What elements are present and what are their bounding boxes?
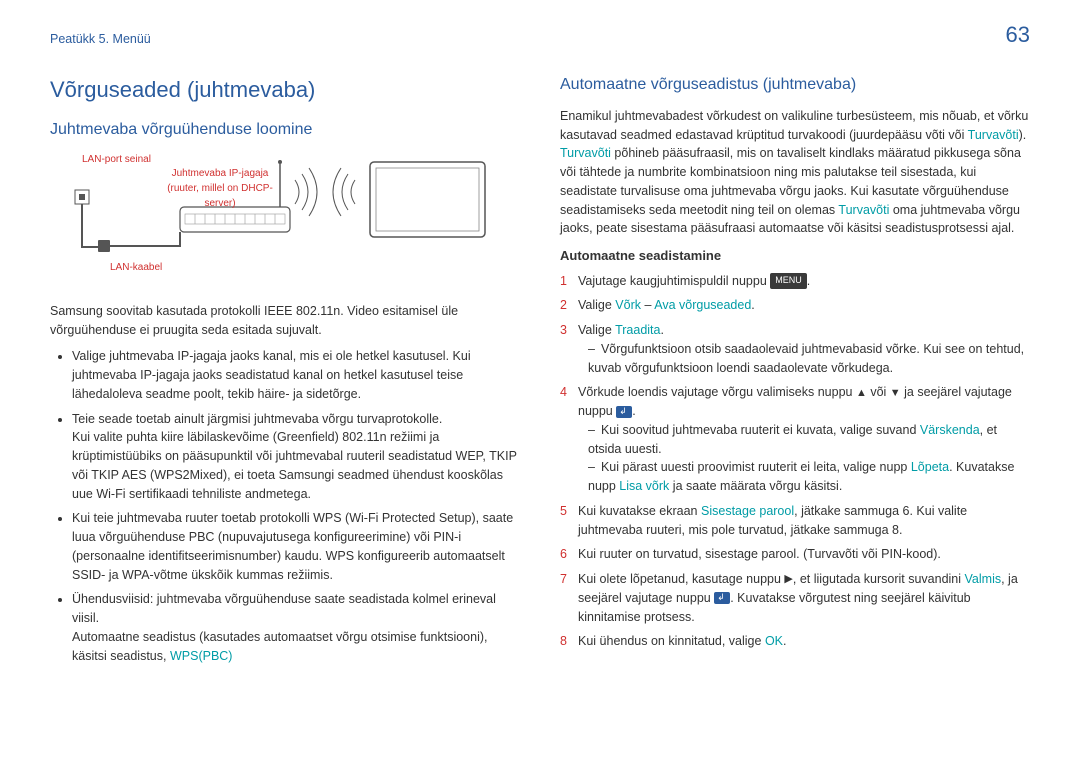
text: Kui ühendus on kinnitatud, valige [578, 634, 765, 648]
steps-list: Vajutage kaugjuhtimispuldil nuppu MENU. … [560, 272, 1030, 652]
left-column: Võrguseaded (juhtmevaba) Juhtmevaba võrg… [50, 73, 520, 672]
two-column-layout: Võrguseaded (juhtmevaba) Juhtmevaba võrg… [50, 73, 1030, 672]
step-6: Kui ruuter on turvatud, sisestage parool… [578, 545, 1030, 564]
label-ip-sharer: Juhtmevaba IP-jagaja (ruuter, millel on … [160, 166, 280, 211]
page-number: 63 [1006, 18, 1030, 51]
label-ip-sharer-line3: server) [204, 198, 235, 209]
main-heading: Võrguseaded (juhtmevaba) [50, 73, 520, 106]
term-turvavoti: Turvavõti [560, 146, 611, 160]
text: Enamikul juhtmevabadest võrkudest on val… [560, 109, 1028, 142]
list-item: Kui pärast uuesti proovimist ruuterit ei… [588, 458, 1030, 496]
list-item: Võrgufunktsioon otsib saadaolevaid juhtm… [588, 340, 1030, 378]
list-item: Kui soovitud juhtmevaba ruuterit ei kuva… [588, 421, 1030, 459]
step-4: Võrkude loendis vajutage võrgu valimisek… [578, 383, 1030, 496]
text: Valige [578, 323, 615, 337]
list-item: Valige juhtmevaba IP-jagaja jaoks kanal,… [72, 347, 520, 403]
wireless-diagram: LAN-port seinal Juhtmevaba IP-jagaja (ru… [50, 152, 490, 292]
link-sisestage-parool: Sisestage parool [701, 504, 794, 518]
text: . [807, 274, 810, 288]
intro-paragraph-2: Turvavõti põhineb pääsufraasil, mis on t… [560, 144, 1030, 238]
list-item: Teie seade toetab ainult järgmisi juhtme… [72, 410, 520, 504]
text: Kui pärast uuesti proovimist ruuterit ei… [601, 460, 911, 474]
step-5: Kui kuvatakse ekraan Sisestage parool, j… [578, 502, 1030, 540]
right-subheading: Automaatne võrguseadistus (juhtmevaba) [560, 73, 1030, 97]
label-ip-sharer-line1: Juhtmevaba IP-jagaja [172, 168, 269, 179]
right-column: Automaatne võrguseadistus (juhtmevaba) E… [560, 73, 1030, 672]
left-subheading: Juhtmevaba võrguühenduse loomine [50, 118, 520, 142]
link-ava-vorguseaded: Ava võrguseaded [654, 298, 751, 312]
text: Valige [578, 298, 615, 312]
link-ok: OK [765, 634, 783, 648]
step-3: Valige Traadita. Võrgufunktsioon otsib s… [578, 321, 1030, 377]
intro-paragraph-1: Enamikul juhtmevabadest võrkudest on val… [560, 107, 1030, 145]
text: Kui olete lõpetanud, kasutage nuppu [578, 572, 784, 586]
auto-setup-heading: Automaatne seadistamine [560, 246, 1030, 266]
text: ja saate määrata võrgu käsitsi. [669, 479, 842, 493]
step-1: Vajutage kaugjuhtimispuldil nuppu MENU. [578, 272, 1030, 291]
step-2: Valige Võrk – Ava võrguseaded. [578, 296, 1030, 315]
text: . [751, 298, 754, 312]
right-arrow-icon: ▶ [784, 571, 792, 588]
term-turvavoti: Turvavõti [838, 203, 889, 217]
label-lan-cable: LAN-kaabel [110, 260, 162, 275]
text: Võrkude loendis vajutage võrgu valimisek… [578, 385, 856, 399]
link-vork: Võrk [615, 298, 641, 312]
protocol-note: Samsung soovitab kasutada protokolli IEE… [50, 302, 520, 340]
step-3-sublist: Võrgufunktsioon otsib saadaolevaid juhtm… [588, 340, 1030, 378]
text: ). [1019, 128, 1027, 142]
label-ip-sharer-line2: (ruuter, millel on DHCP- [167, 183, 273, 194]
list-item: Kui teie juhtmevaba ruuter toetab protok… [72, 509, 520, 584]
text: . [632, 404, 635, 418]
text: Kui kuvatakse ekraan [578, 504, 701, 518]
link-lopeta: Lõpeta [911, 460, 949, 474]
enter-button-icon [714, 592, 730, 604]
link-lisa-vork: Lisa võrk [619, 479, 669, 493]
text: . [660, 323, 663, 337]
step-7: Kui olete lõpetanud, kasutage nuppu ▶, e… [578, 570, 1030, 626]
label-lan-port: LAN-port seinal [82, 152, 151, 167]
text: , et liigutada kursorit suvandini [793, 572, 965, 586]
link-traadita: Traadita [615, 323, 660, 337]
menu-button-icon: MENU [770, 273, 807, 289]
up-arrow-icon: ▲ [856, 385, 867, 402]
link-varskenda: Värskenda [920, 423, 980, 437]
down-arrow-icon: ▼ [890, 385, 901, 402]
list-item: Ühendusviisid: juhtmevaba võrguühenduse … [72, 590, 520, 665]
step-4-sublist: Kui soovitud juhtmevaba ruuterit ei kuva… [588, 421, 1030, 496]
link-valmis: Valmis [965, 572, 1002, 586]
wps-link: WPS(PBC) [170, 649, 233, 663]
step-8: Kui ühendus on kinnitatud, valige OK. [578, 632, 1030, 651]
left-bullet-list: Valige juhtmevaba IP-jagaja jaoks kanal,… [72, 347, 520, 665]
text: – [641, 298, 654, 312]
enter-button-icon [616, 406, 632, 418]
list-item-text: Ühendusviisid: juhtmevaba võrguühenduse … [72, 592, 496, 662]
text: . [783, 634, 786, 648]
breadcrumb: Peatükk 5. Menüü [50, 30, 1030, 49]
text: Kui soovitud juhtmevaba ruuterit ei kuva… [601, 423, 920, 437]
term-turvavoti: Turvavõti [968, 128, 1019, 142]
text: või [867, 385, 890, 399]
text: Vajutage kaugjuhtimispuldil nuppu [578, 274, 770, 288]
